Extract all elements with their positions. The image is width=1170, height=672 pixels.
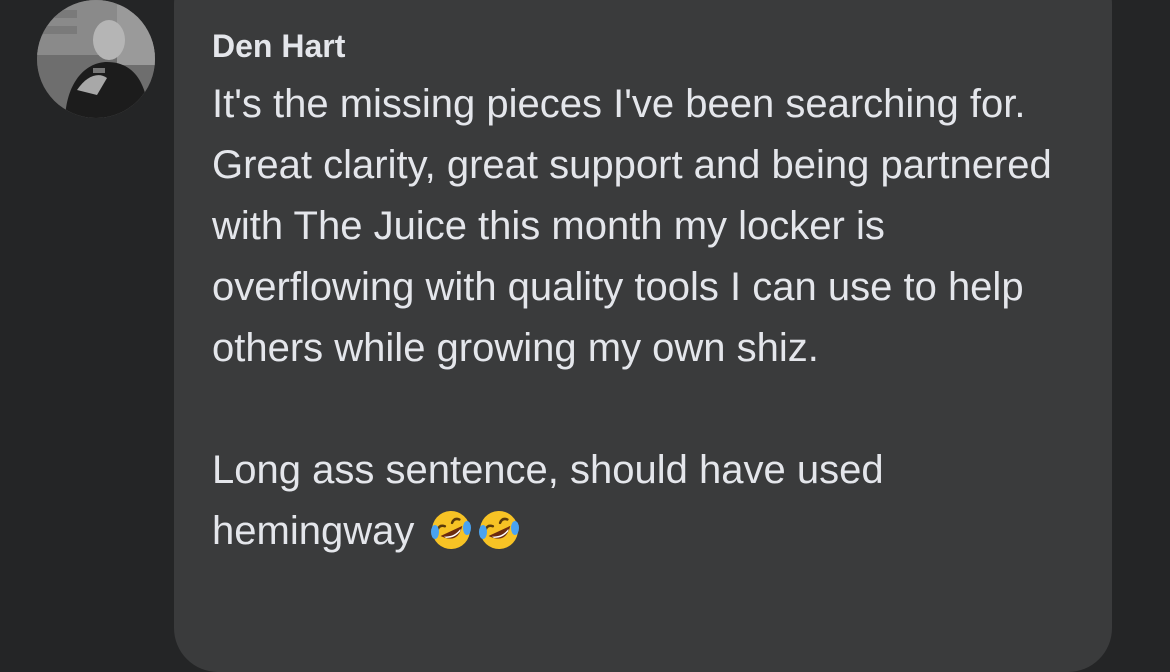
comment-text: It's the missing pieces I've been search… [212, 74, 1097, 562]
comment-paragraph-1: It's the missing pieces I've been search… [212, 82, 1052, 370]
comment-paragraph-2-text: Long ass sentence, should have used hemi… [212, 448, 884, 553]
comment-row: Den Hart It's the missing pieces I've be… [0, 0, 1170, 672]
avatar[interactable] [37, 0, 155, 118]
comment-paragraph-2: Long ass sentence, should have used hemi… [212, 440, 1097, 562]
avatar-photo [37, 0, 155, 118]
rolling-on-floor-laughing-icon [477, 508, 521, 552]
rolling-on-floor-laughing-icon [429, 508, 473, 552]
comment-author[interactable]: Den Hart [212, 26, 345, 66]
